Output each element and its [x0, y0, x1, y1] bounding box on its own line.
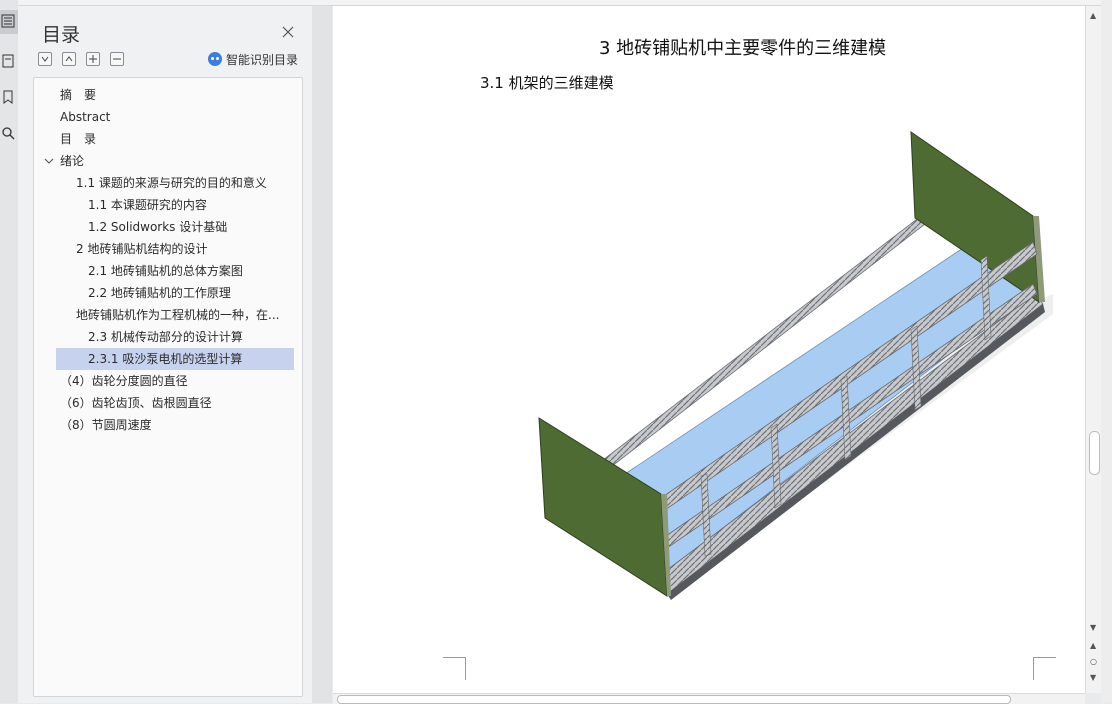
- vertical-scroll-thumb[interactable]: [1089, 431, 1100, 475]
- page-corner-mark: [443, 657, 466, 680]
- vertical-scrollbar[interactable]: ▲ ▼ ▲ ○ ▼: [1085, 6, 1102, 693]
- toc-item-label: 目 录: [60, 132, 97, 146]
- chevron-down-icon: [41, 56, 49, 62]
- pages-panel-button[interactable]: [0, 50, 18, 74]
- toc-item-label: 1.1 本课题研究的内容: [88, 198, 207, 212]
- scroll-up-icon[interactable]: ▲: [1090, 12, 1096, 20]
- toc-item-label: （6）齿轮齿顶、齿根圆直径: [60, 396, 212, 410]
- toc-item-label: 2.1 地砖铺贴机的总体方案图: [88, 264, 243, 278]
- right-edge-strip: [1101, 0, 1112, 703]
- horizontal-scrollbar[interactable]: [333, 693, 1085, 704]
- expand-all-button[interactable]: [62, 52, 76, 66]
- chevron-up-icon: [65, 56, 73, 62]
- minus-icon: [113, 58, 121, 60]
- toc-item-2-3-1[interactable]: 2.3.1 吸沙泵电机的选型计算: [56, 348, 294, 370]
- toc-item-label: （8）节圆周速度: [60, 418, 152, 432]
- toc-item-contents[interactable]: 目 录: [60, 128, 290, 150]
- toc-item-label: 1.2 Solidworks 设计基础: [88, 220, 228, 234]
- ai-toc-button[interactable]: 智能识别目录: [208, 51, 298, 67]
- document-page: 3 地砖铺贴机中主要零件的三维建模 3.1 机架的三维建模: [333, 6, 1085, 703]
- toc-item-label: Abstract: [60, 110, 111, 124]
- toc-panel-button[interactable]: [0, 10, 18, 34]
- toc-item-2-3[interactable]: 2.3 机械传动部分的设计计算: [88, 326, 292, 348]
- left-tool-rail: [0, 0, 19, 703]
- toc-item-label: 地砖铺贴机作为工程机械的一种，在...: [76, 308, 280, 322]
- toc-item-2-1[interactable]: 2.1 地砖铺贴机的总体方案图: [88, 260, 292, 282]
- toc-item-machinery[interactable]: 地砖铺贴机作为工程机械的一种，在...: [76, 304, 288, 326]
- plus-icon: [89, 55, 97, 63]
- page-corner-mark: [1033, 657, 1056, 680]
- ai-toc-label: 智能识别目录: [226, 52, 299, 67]
- chapter-title: 3 地砖铺贴机中主要零件的三维建模: [599, 38, 887, 59]
- toc-item-label: 2.2 地砖铺贴机的工作原理: [88, 286, 231, 300]
- toc-item-label: 1.1 课题的来源与研究的目的和意义: [76, 176, 267, 190]
- toc-item-label: 2.3.1 吸沙泵电机的选型计算: [88, 352, 243, 366]
- toc-item-introduction[interactable]: 绪论: [44, 150, 290, 172]
- add-heading-button[interactable]: [86, 52, 100, 66]
- ai-bot-icon: [208, 52, 222, 66]
- toc-item-2-2[interactable]: 2.2 地砖铺贴机的工作原理: [88, 282, 292, 304]
- toc-item-1-1-content[interactable]: 1.1 本课题研究的内容: [88, 194, 292, 216]
- toc-icon: [1, 14, 15, 28]
- collapse-all-button[interactable]: [38, 52, 52, 66]
- close-icon[interactable]: [281, 25, 295, 39]
- toc-title: 目录: [42, 24, 81, 46]
- bookmark-icon: [3, 90, 13, 104]
- page-down-icon[interactable]: ▼: [1090, 674, 1096, 682]
- scroll-down-icon[interactable]: ▼: [1090, 624, 1096, 632]
- toc-item-pitch-speed[interactable]: （8）节圆周速度: [60, 414, 290, 436]
- remove-heading-button[interactable]: [110, 52, 124, 66]
- section-title: 3.1 机架的三维建模: [480, 74, 614, 92]
- toc-list: 摘 要 Abstract 目 录 绪论 1.1 课题的来源与研究的目的和意义 1…: [33, 77, 303, 697]
- search-icon: [2, 127, 15, 140]
- panel-divider[interactable]: [312, 6, 332, 703]
- bookmark-panel-button[interactable]: [0, 86, 18, 110]
- toc-item-2[interactable]: 2 地砖铺贴机结构的设计: [76, 238, 292, 260]
- chevron-down-icon[interactable]: [44, 150, 56, 172]
- toc-panel: 目录 智能识别目录 摘 要 Abstract 目 录 绪论 1.1 课题的来源与…: [18, 6, 312, 703]
- toc-item-1-2[interactable]: 1.2 Solidworks 设计基础: [88, 216, 292, 238]
- toc-item-label: （4）齿轮分度圆的直径: [60, 374, 188, 388]
- page-center-icon[interactable]: ○: [1090, 658, 1097, 666]
- search-panel-button[interactable]: [0, 122, 18, 146]
- toc-item-1-1[interactable]: 1.1 课题的来源与研究的目的和意义: [76, 172, 292, 194]
- toc-item-label: 摘 要: [60, 88, 97, 102]
- toc-item-label: 2 地砖铺贴机结构的设计: [76, 242, 208, 256]
- frame-3d-model-image: [538, 131, 1053, 600]
- toc-item-abstract-cn[interactable]: 摘 要: [60, 84, 290, 106]
- toc-item-label: 绪论: [60, 154, 85, 168]
- toc-item-label: 2.3 机械传动部分的设计计算: [88, 330, 243, 344]
- toc-item-gear-pitch[interactable]: （4）齿轮分度圆的直径: [60, 370, 290, 392]
- page-up-icon[interactable]: ▲: [1090, 642, 1096, 650]
- pages-icon: [2, 54, 14, 68]
- toc-item-gear-tip-root[interactable]: （6）齿轮齿顶、齿根圆直径: [60, 392, 290, 414]
- toc-item-abstract-en[interactable]: Abstract: [60, 106, 290, 128]
